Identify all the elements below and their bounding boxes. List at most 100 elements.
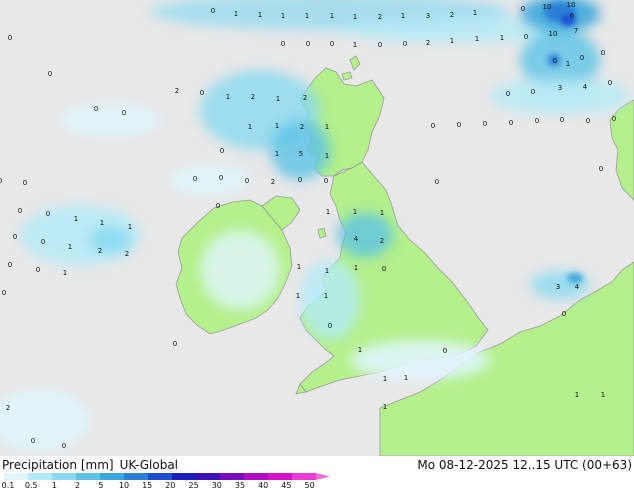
map-value-label: 0 <box>219 174 223 182</box>
map-value-label: 1 <box>128 223 132 231</box>
map-value-label: 1 <box>358 346 362 354</box>
map-value-label: 3 <box>556 283 560 291</box>
legend-tick-label: 2 <box>75 481 81 490</box>
legend-tick-label: 0.1 <box>1 481 15 490</box>
legend-swatch <box>52 473 77 480</box>
variable-label: Precipitation [mm] <box>2 458 114 472</box>
map-value-label: 2 <box>450 11 454 19</box>
map-value-label: 0 <box>457 121 461 129</box>
map-value-label: 2 <box>175 87 179 95</box>
map-value-label: 1 <box>100 219 104 227</box>
map-value-label: 0 <box>122 109 126 117</box>
map-value-label: 0 <box>443 347 447 355</box>
map-value-label: 10 <box>543 3 552 11</box>
map-value-label: 0 <box>245 177 249 185</box>
map-value-label: 1 <box>353 13 357 21</box>
map-value-label: 0 <box>521 5 525 13</box>
legend-swatch <box>76 473 101 480</box>
map-value-label: 0 <box>524 33 528 41</box>
map-value-label: 1 <box>353 41 357 49</box>
legend-tick-label: 40 <box>258 481 269 490</box>
map-value-label: 0 <box>23 179 27 187</box>
map-value-label: 1 <box>305 12 309 20</box>
map-title: Precipitation [mm] UK-Global <box>2 458 178 472</box>
map-value-label: 0 <box>193 175 197 183</box>
map-value-label: 1 <box>325 267 329 275</box>
map-value-label: 0 <box>211 7 215 15</box>
map-value-label: 0 <box>435 178 439 186</box>
map-value-label: 1 <box>353 208 357 216</box>
map-value-label: 2 <box>303 94 307 102</box>
map-value-label: 0 <box>431 122 435 130</box>
map-value-label: 1 <box>297 263 301 271</box>
map-value-label: 0 <box>330 40 334 48</box>
map-value-label: 0 <box>580 54 584 62</box>
map-value-label: 0 <box>560 116 564 124</box>
map-value-label: 1 <box>330 12 334 20</box>
map-value-label: 2 <box>98 247 102 255</box>
map-value-label: 10 <box>549 30 558 38</box>
map-value-label: 0 <box>553 57 557 65</box>
map-value-label: 1 <box>380 209 384 217</box>
map-value-label: 0 <box>216 202 220 210</box>
map-value-label: 1 <box>401 12 405 20</box>
map-footer: Precipitation [mm] UK-Global Mo 08-12-202… <box>0 456 634 490</box>
map-value-label: 1 <box>354 264 358 272</box>
map-value-label: 2 <box>6 404 10 412</box>
map-value-label: 1 <box>404 374 408 382</box>
legend-tick-label: 5 <box>98 481 104 490</box>
legend-tick-label: 1 <box>51 481 57 490</box>
map-value-label: 0 <box>535 117 539 125</box>
map-value-label: 0 <box>46 210 50 218</box>
map-value-label: 1 <box>276 95 280 103</box>
map-value-label: 5 <box>299 150 303 158</box>
map-value-label: 0 <box>62 442 66 450</box>
legend-tick-label: 35 <box>234 481 246 490</box>
model-label: UK-Global <box>119 458 179 472</box>
map-value-label: 0 <box>608 79 612 87</box>
map-value-label: 0 <box>220 147 224 155</box>
legend-swatch <box>220 473 245 480</box>
legend-color-bar <box>4 473 330 480</box>
legend-tick-label: 50 <box>304 481 315 490</box>
legend-labels: 0.1 0.5 1 2 5 10 15 20 25 30 35 40 45 50 <box>0 481 634 490</box>
map-value-label: 0 <box>306 40 310 48</box>
map-value-label: 2 <box>125 250 129 258</box>
legend-tick-label: 10 <box>118 481 130 490</box>
map-value-label: 0 <box>8 261 12 269</box>
map-value-label: 0 <box>281 40 285 48</box>
map-value-label: 2 <box>251 93 255 101</box>
map-value-label: 1 <box>325 123 329 131</box>
map-value-label: 0 <box>328 322 332 330</box>
map-value-label: 0 <box>173 340 177 348</box>
map-value-label: 0 <box>200 89 204 97</box>
legend-swatch <box>148 473 173 480</box>
map-value-label: 0 <box>562 310 566 318</box>
legend-tick-label: 0.5 <box>24 481 38 490</box>
map-value-label: 0 <box>0 177 2 185</box>
map-value-label: 0 <box>601 49 605 57</box>
map-value-label: 0 <box>506 90 510 98</box>
legend-swatch <box>124 473 149 480</box>
legend-swatch <box>172 473 197 480</box>
map-value-label: 1 <box>226 93 230 101</box>
legend-swatch <box>268 473 293 480</box>
map-value-label: 1 <box>74 215 78 223</box>
map-value-label: 0 <box>31 437 35 445</box>
legend-swatch <box>292 473 317 480</box>
legend-tick-label: 45 <box>281 481 292 490</box>
map-value-label: 0 <box>586 117 590 125</box>
map-value-label: 1 <box>566 60 570 68</box>
map-value-label: 1 <box>281 12 285 20</box>
map-value-label: 7 <box>574 27 578 35</box>
map-value-label: 1 <box>275 150 279 158</box>
map-value-label: 1 <box>450 37 454 45</box>
map-value-label: 0 <box>531 88 535 96</box>
map-value-label: 1 <box>248 123 252 131</box>
map-value-label: 0 <box>509 119 513 127</box>
map-value-label: 1 <box>258 11 262 19</box>
legend-tick-label: 25 <box>188 481 199 490</box>
map-value-label: 1 <box>601 391 605 399</box>
map-value-label: 0 <box>13 233 17 241</box>
legend-swatch <box>28 473 53 480</box>
